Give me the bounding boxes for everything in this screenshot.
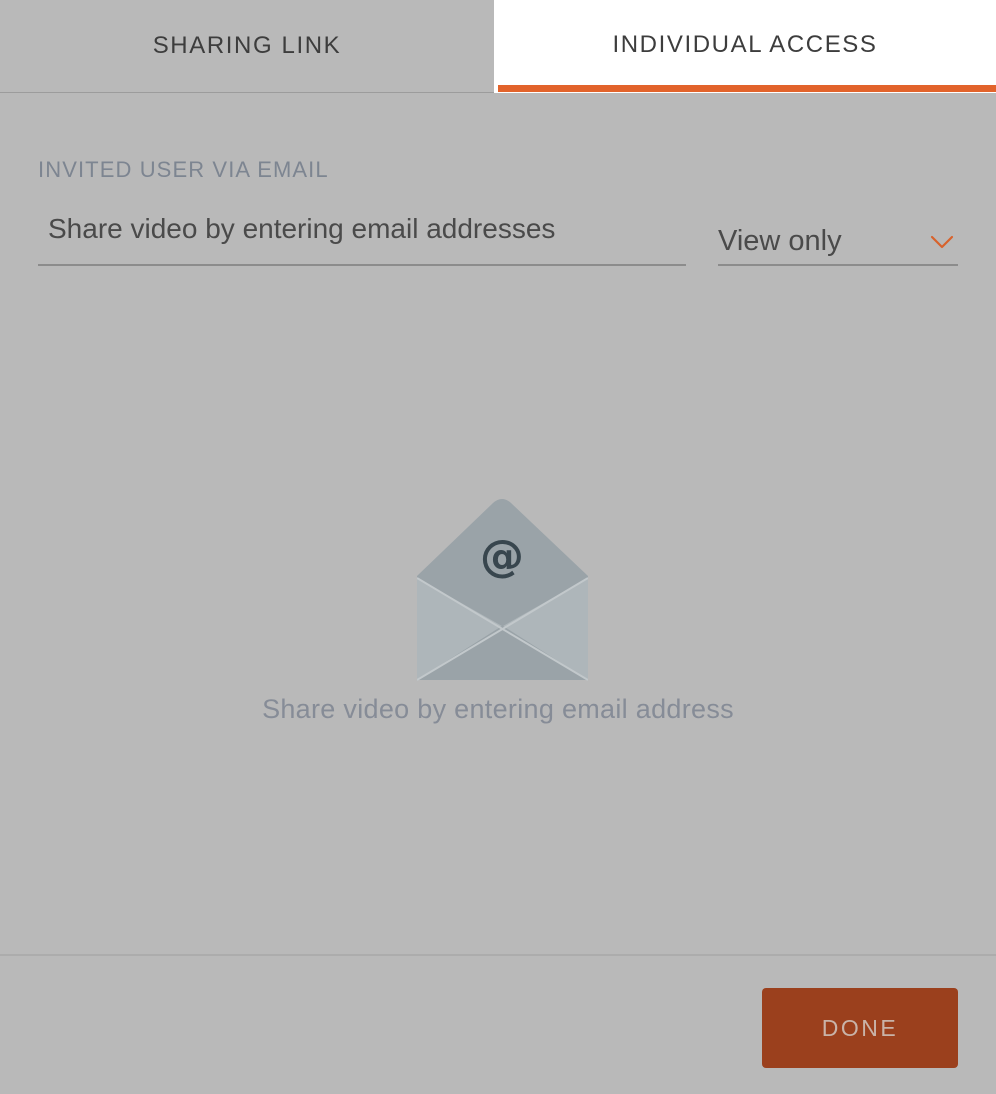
- empty-state-message: Share video by entering email address: [262, 694, 734, 724]
- permission-dropdown[interactable]: View only: [718, 213, 958, 266]
- permission-value: View only: [718, 225, 842, 257]
- tab-bar: SHARING LINK INDIVIDUAL ACCESS: [0, 0, 996, 93]
- chevron-down-icon: [930, 235, 954, 249]
- tab-individual-access[interactable]: INDIVIDUAL ACCESS: [494, 0, 996, 93]
- footer-divider: [0, 954, 996, 956]
- tab-sharing-link-label: SHARING LINK: [152, 32, 342, 59]
- svg-text:@: @: [480, 531, 524, 582]
- share-dialog: SHARING LINK INDIVIDUAL ACCESS INVITED U…: [0, 0, 996, 1094]
- envelope-at-icon: @: [417, 499, 588, 681]
- tab-sharing-link[interactable]: SHARING LINK: [0, 0, 494, 93]
- tab-individual-access-label: INDIVIDUAL ACCESS: [612, 30, 878, 58]
- email-field[interactable]: [38, 205, 686, 266]
- active-tab-indicator: [498, 85, 996, 92]
- done-button[interactable]: DONE: [762, 988, 958, 1068]
- invite-section-label: INVITED USER VIA EMAIL: [38, 157, 329, 182]
- email-input[interactable]: [38, 205, 686, 264]
